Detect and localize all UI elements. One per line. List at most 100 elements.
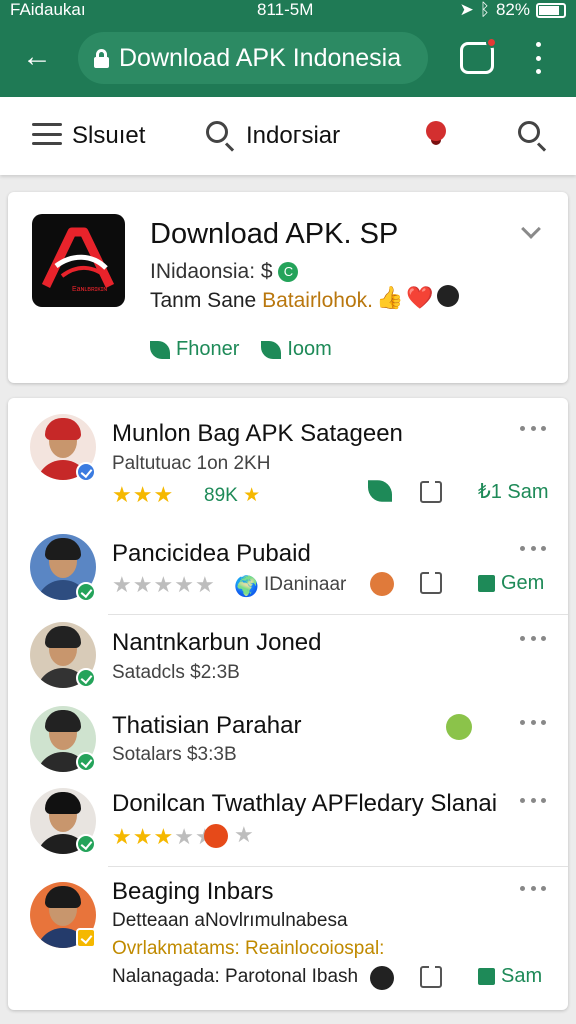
app-actions: Fhoner Ioom	[150, 338, 332, 361]
heart-icon	[478, 575, 495, 592]
person-icon[interactable]	[446, 714, 472, 740]
item-line: Nalanagada: Parotonal Ibash	[112, 966, 359, 987]
list-item[interactable]: Donilcan Twathlay APFledary Slanai ★★★★ ★…	[8, 782, 568, 866]
app-subtitle-text: INidaonsia: $	[150, 260, 273, 283]
app-subtitle: INidaonsia: $ C	[150, 260, 299, 284]
star-icon: ★	[234, 822, 254, 847]
item-line: Ovrlakmatams: Reainlocoiospal:	[112, 938, 385, 959]
verified-badge	[76, 582, 96, 602]
status-badge	[76, 928, 96, 948]
app-icon-caption: Eаɴʟʙʀɪᴋɪɴ	[72, 286, 108, 293]
app-logo-icon: Eаɴʟʙʀɪᴋɪɴ	[32, 214, 125, 307]
status-badge	[76, 462, 96, 482]
battery-percent: 82%	[495, 0, 530, 19]
more-icon[interactable]	[520, 426, 546, 432]
emoji-icon	[204, 824, 228, 848]
action-room[interactable]: Ioom	[261, 338, 332, 361]
star-icon: ★	[174, 824, 195, 849]
item-action-button[interactable]: Sam	[478, 965, 542, 988]
search-icon[interactable]	[518, 121, 540, 143]
star-icon: ★	[174, 572, 195, 597]
item-title[interactable]: Beaging Inbars	[112, 878, 273, 906]
item-meta: IDaninaar	[264, 574, 347, 595]
status-icons: ➤ ᛒ 82%	[460, 0, 566, 20]
item-title[interactable]: Thatisian Parahar	[112, 712, 301, 740]
list-item[interactable]: Nantnkarbun Joned Satadcls $2:3B	[8, 614, 568, 700]
emoji-icon[interactable]	[370, 572, 394, 596]
chat-icon[interactable]	[460, 37, 497, 74]
battery-fill	[539, 5, 559, 15]
star-icon: ★	[243, 485, 261, 506]
item-title[interactable]: Donilcan Twathlay APFledary Slanai	[112, 790, 497, 818]
star-icon: ★	[112, 824, 133, 849]
carrier-label: FAidaukaı	[10, 0, 86, 19]
toolbar: Slsuıet Indoᴦsiar	[0, 97, 576, 175]
app-bar: FAidaukaı 811-5M ➤ ᛒ 82% ← Download APK …	[0, 0, 576, 97]
list-item[interactable]: Beaging Inbars Detteaan aNovlrımulnabesa…	[8, 866, 568, 1010]
item-action-label: Sam	[501, 965, 543, 987]
location-pin-icon[interactable]	[426, 121, 446, 141]
item-action-label: Gem	[501, 572, 545, 594]
star-icon: ★	[194, 572, 216, 597]
item-meta: Paltutuac 1on 2KH	[112, 453, 271, 474]
item-meta: Satadcls $2:3B	[112, 662, 240, 683]
app-card[interactable]: Eаɴʟʙʀɪᴋɪɴ Download APK. SP INidaonsia: …	[8, 192, 568, 383]
app-title: Download APK. SP	[150, 218, 399, 250]
action-phone-label: Fhoner	[176, 338, 240, 360]
leaf-icon[interactable]	[368, 480, 392, 502]
back-button[interactable]: ←	[22, 40, 58, 76]
repost-icon[interactable]	[420, 963, 442, 988]
menu-icon[interactable]	[32, 123, 62, 145]
item-title[interactable]: Pancicidea Pubaid	[112, 540, 311, 568]
status-bar: FAidaukaı 811-5M ➤ ᛒ 82%	[0, 0, 576, 22]
repost-icon[interactable]	[420, 478, 442, 503]
list-item[interactable]: Thatisian Parahar Sotalars $3:3B	[8, 700, 568, 782]
emoji-icon[interactable]	[370, 966, 394, 990]
rating-stars: ★★★★★	[112, 824, 216, 850]
star-icon: ★	[132, 824, 154, 849]
rating-stars: ★★★★★	[112, 572, 216, 598]
repost-icon[interactable]	[420, 569, 442, 594]
app-reactions: 👍 ❤️	[376, 285, 459, 311]
feed-list: Munlon Bag APK Satageen Paltutuac 1on 2K…	[8, 398, 568, 1010]
toolbar-menu-label[interactable]: Slsuıet	[72, 122, 145, 150]
app-tagline: Tanm Sane Batairlohok.	[150, 289, 373, 313]
list-item[interactable]: Munlon Bag APK Satageen Paltutuac 1on 2K…	[8, 398, 568, 522]
action-phone[interactable]: Fhoner	[150, 338, 239, 361]
item-action-button[interactable]: ₺1 Sam	[478, 479, 549, 504]
bluetooth-icon: ᛒ	[479, 0, 490, 19]
chevron-down-icon[interactable]	[521, 219, 541, 239]
overflow-menu-icon[interactable]	[528, 42, 548, 74]
star-icon: ★	[112, 572, 133, 597]
more-icon[interactable]	[520, 546, 546, 552]
toolbar-search-label[interactable]: Indoᴦsiar	[246, 122, 340, 150]
item-action-button[interactable]: Gem	[478, 572, 544, 595]
rating-stars: ★★★	[112, 482, 174, 508]
reaction-icon[interactable]	[436, 285, 459, 307]
location-icon: ➤	[459, 0, 474, 19]
star-icon: ★	[112, 482, 133, 507]
verified-badge	[76, 834, 96, 854]
heart-icon[interactable]: ❤️	[406, 285, 433, 311]
star-icon: ★	[132, 572, 154, 597]
rating-count: 89K ★	[204, 484, 260, 507]
rating-count-text: 89K	[204, 485, 238, 506]
status-time: 811-5M	[257, 0, 314, 19]
more-icon[interactable]	[520, 886, 546, 892]
item-title[interactable]: Nantnkarbun Joned	[112, 629, 321, 657]
search-icon[interactable]	[206, 121, 228, 143]
more-icon[interactable]	[520, 636, 546, 642]
url-text: Download APK Indonesia	[119, 43, 402, 72]
sam-icon	[478, 968, 495, 985]
list-item[interactable]: Pancicidea Pubaid ★★★★★ 🌍 IDaninaar Gem	[8, 522, 568, 614]
action-room-label: Ioom	[287, 338, 332, 360]
star-icon: ★	[153, 482, 175, 507]
item-meta: Sotalars $3:3B	[112, 744, 237, 765]
leaf-icon	[261, 340, 282, 359]
thumbs-up-icon[interactable]: 👍	[376, 285, 403, 311]
battery-icon	[536, 2, 566, 18]
item-title[interactable]: Munlon Bag APK Satageen	[112, 420, 403, 448]
more-icon[interactable]	[520, 798, 546, 804]
more-icon[interactable]	[520, 720, 546, 726]
url-bar[interactable]: Download APK Indonesia	[78, 32, 428, 84]
